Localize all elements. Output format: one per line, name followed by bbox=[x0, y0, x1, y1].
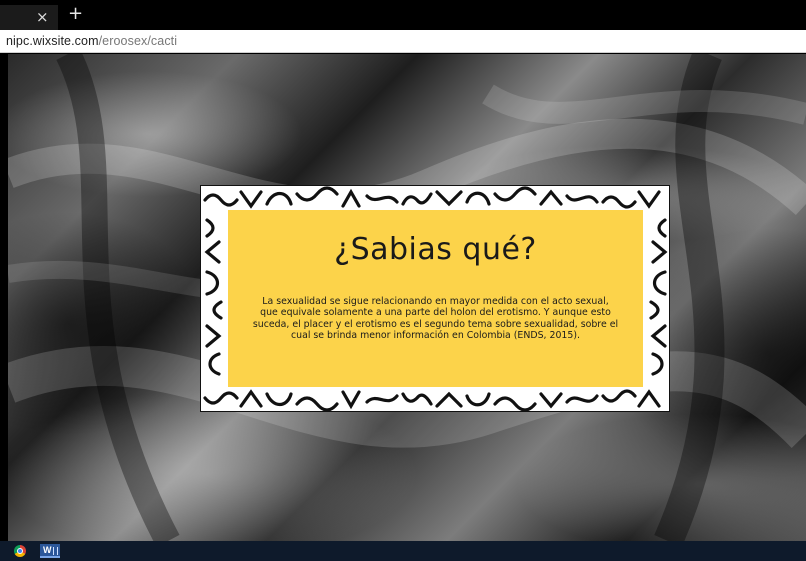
url-text[interactable]: nipc.wixsite.com/eroosex/cacti bbox=[6, 34, 177, 48]
browser-tab[interactable]: × bbox=[0, 5, 58, 30]
card-body-line: cual se brinda menor información en Colo… bbox=[290, 330, 580, 342]
card-body-line: que equivale solamente a una parte del h… bbox=[260, 307, 611, 319]
new-tab-button[interactable]: + bbox=[68, 4, 83, 24]
card-title: ¿Sabias qué? bbox=[334, 232, 537, 267]
info-card: ¿Sabias qué? La sexualidad se sigue rela… bbox=[228, 210, 643, 387]
card-body-text: La sexualidad se sigue relacionando en m… bbox=[228, 296, 643, 342]
url-host: nipc.wixsite.com bbox=[6, 34, 99, 48]
close-tab-icon[interactable]: × bbox=[36, 8, 49, 26]
address-bar[interactable]: nipc.wixsite.com/eroosex/cacti bbox=[0, 30, 806, 53]
card-body-line: La sexualidad se sigue relacionando en m… bbox=[262, 296, 609, 307]
word-icon[interactable]: W bbox=[40, 544, 60, 558]
url-path: /eroosex/cacti bbox=[98, 34, 178, 48]
info-card-frame: ¿Sabias qué? La sexualidad se sigue rela… bbox=[200, 185, 670, 412]
word-icon-letter: W bbox=[43, 545, 52, 555]
taskbar: W bbox=[0, 541, 806, 561]
card-body-line: suceda, el placer y el erotismo es el se… bbox=[252, 318, 619, 330]
browser-tab-strip: × + bbox=[0, 0, 806, 30]
page-viewport: ¿Sabias qué? La sexualidad se sigue rela… bbox=[8, 54, 806, 541]
chrome-icon[interactable] bbox=[14, 545, 26, 557]
